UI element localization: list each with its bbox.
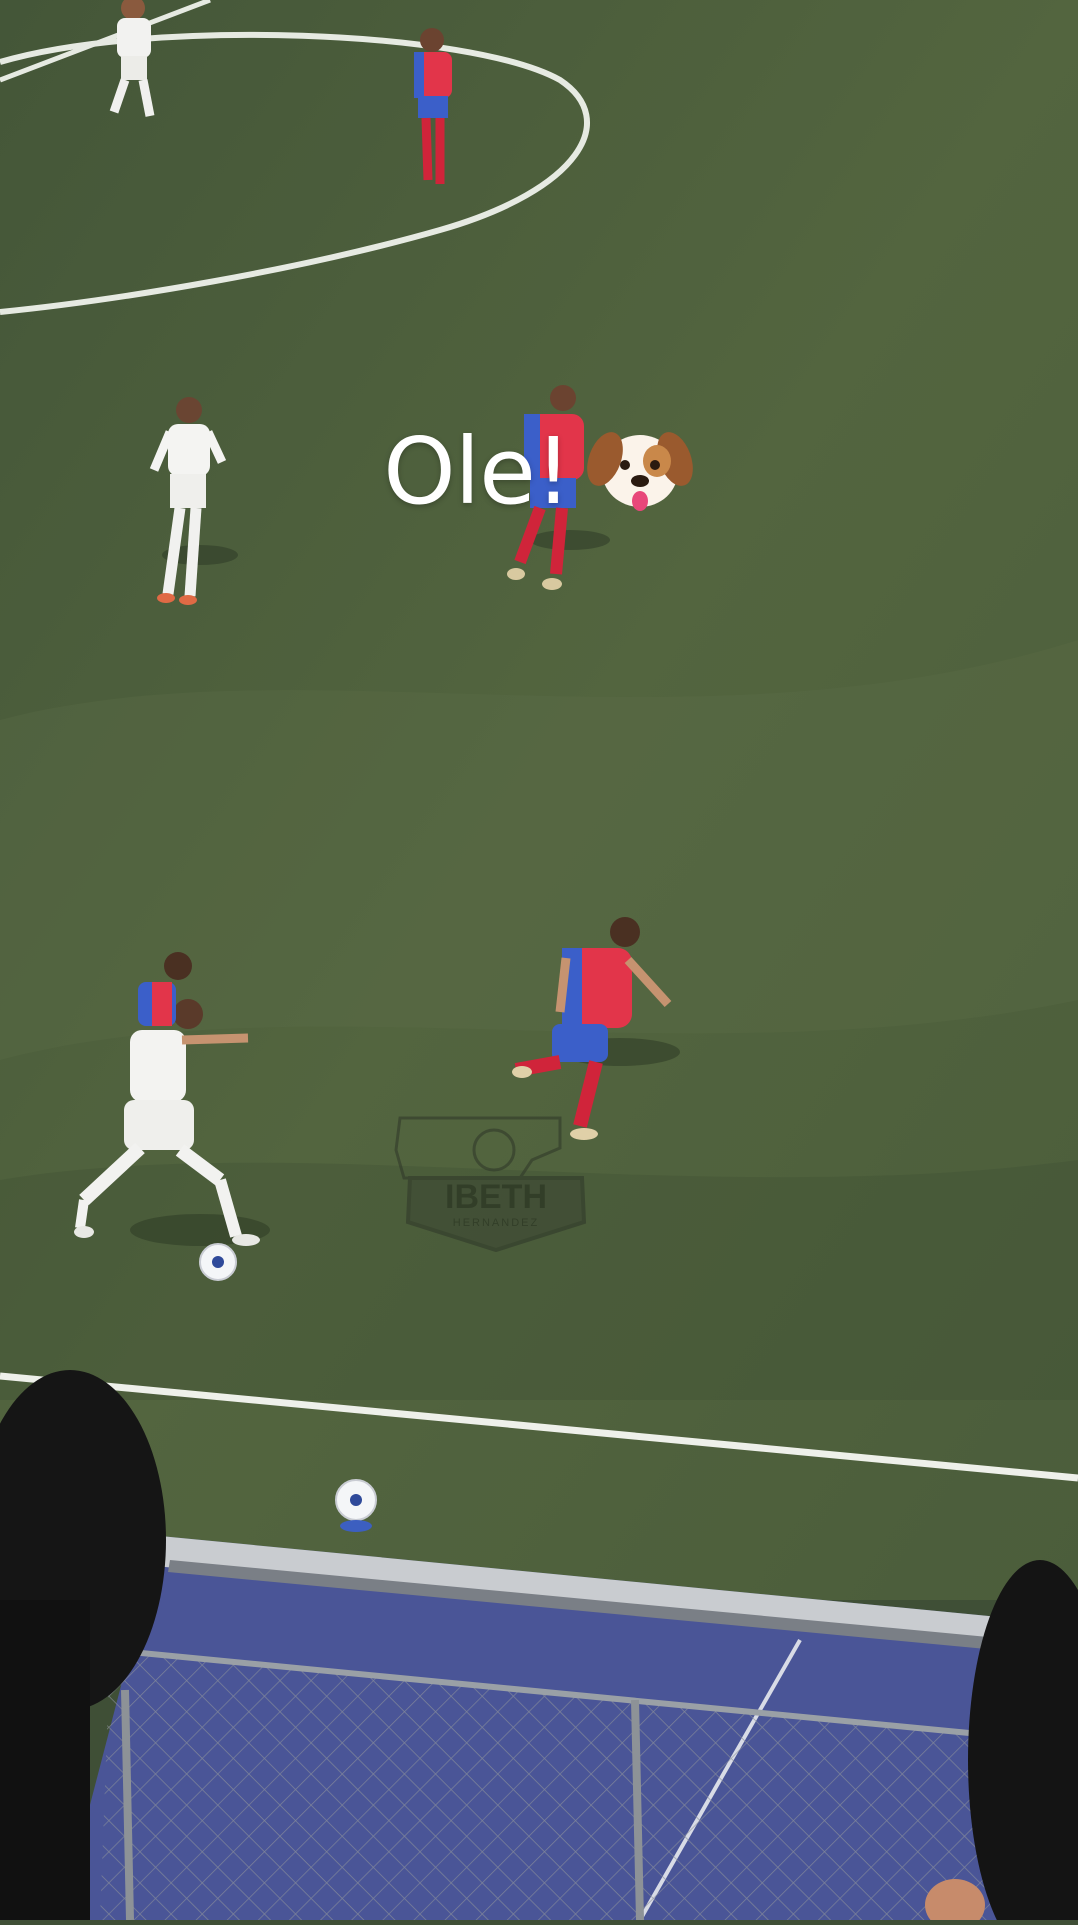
caption-text: Ole! xyxy=(383,418,571,525)
dog-face-icon xyxy=(586,432,693,511)
pitch xyxy=(0,0,1078,1600)
watermark-name: IBETH xyxy=(445,1178,547,1216)
caption-overlay: Ole! xyxy=(0,418,1078,525)
video-frame: IBETH HERNANDEZ Ole! xyxy=(0,0,1078,1925)
watermark-subname: HERNANDEZ xyxy=(453,1217,539,1229)
spare-ball xyxy=(335,1479,377,1532)
match-ball xyxy=(199,1243,237,1281)
